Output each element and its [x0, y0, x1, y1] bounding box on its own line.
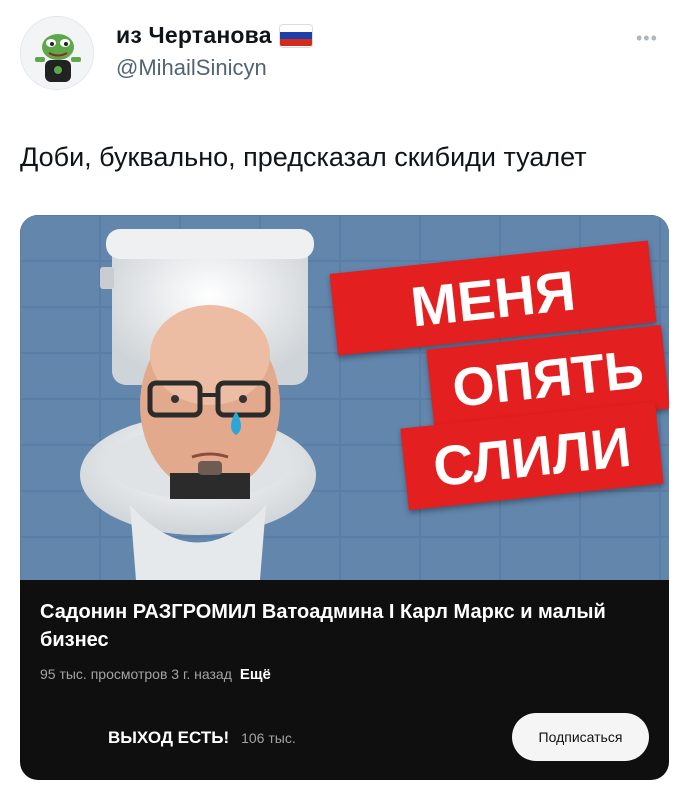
display-name[interactable]: из Чертанова	[116, 22, 272, 49]
tweet-text: Доби, буквально, предсказал скибиди туал…	[20, 142, 587, 172]
author-name-row[interactable]: из Чертанова	[116, 22, 312, 49]
author-handle[interactable]: @MihailSinicyn	[116, 55, 267, 81]
media-card[interactable]: МЕНЯ ОПЯТЬ СЛИЛИ Садонин РАЗГРОМИЛ Ватоа…	[20, 215, 669, 780]
more-link[interactable]: Ещё	[240, 666, 271, 683]
subscriber-count: 106 тыс.	[241, 730, 296, 746]
avatar[interactable]	[20, 16, 94, 90]
channel-row: ВЫХОД ЕСТЬ! 106 тыс.	[108, 728, 296, 748]
video-meta-row: 95 тыс. просмотров 3 г. назад Ещё	[40, 666, 271, 683]
video-meta: 95 тыс. просмотров 3 г. назад	[40, 666, 232, 682]
tweet: из Чертанова @MihailSinicyn ••• Доби, бу…	[0, 0, 690, 807]
channel-name[interactable]: ВЫХОД ЕСТЬ!	[108, 728, 229, 748]
frog-avatar-icon	[21, 17, 93, 89]
subscribe-button[interactable]: Подписаться	[512, 713, 649, 761]
video-title[interactable]: Садонин РАЗГРОМИЛ Ватоадмина I Карл Марк…	[40, 598, 640, 654]
more-horizontal-icon[interactable]: •••	[636, 28, 658, 49]
russia-flag-icon	[279, 24, 312, 47]
